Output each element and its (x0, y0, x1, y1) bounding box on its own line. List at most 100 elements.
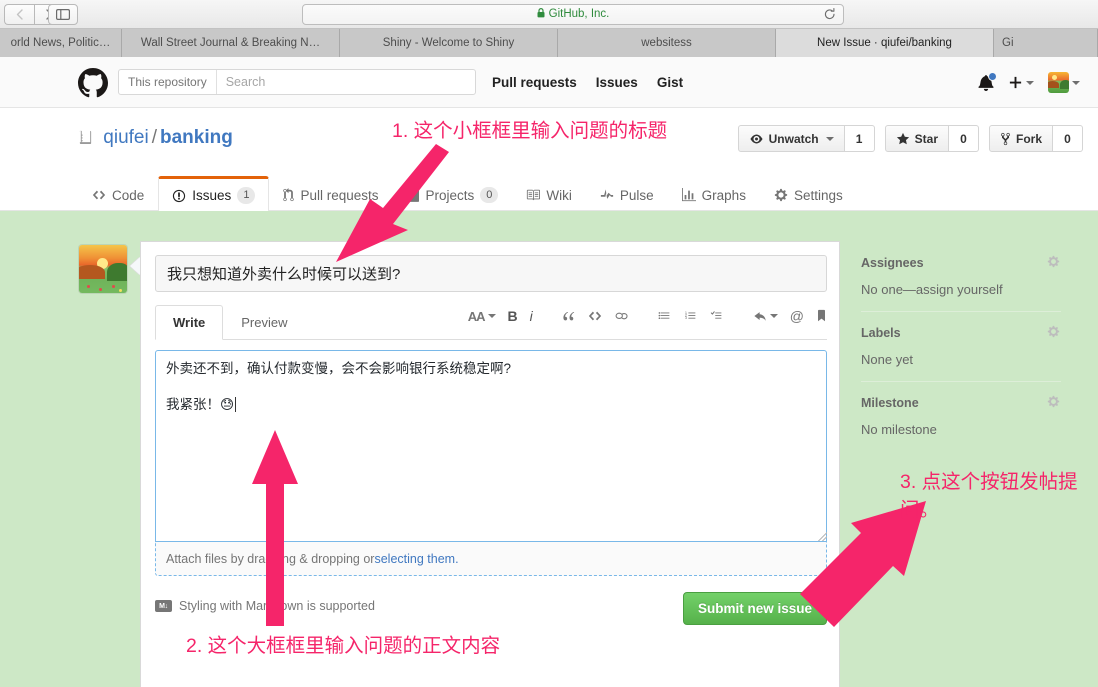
repo-tab-graphs[interactable]: Graphs (668, 177, 760, 212)
code-icon (92, 190, 106, 200)
labels-gear-icon[interactable] (1047, 325, 1060, 343)
sidebar-section-labels: Labels None yet (861, 325, 1061, 382)
repo-tab-label: Graphs (701, 187, 746, 203)
star-button[interactable]: Star (884, 125, 949, 152)
task-list-icon[interactable] (704, 309, 730, 323)
repo-owner-link[interactable]: qiufei (103, 127, 148, 148)
repo-tab-wiki[interactable]: Wiki (512, 177, 586, 212)
repo-tab-code[interactable]: Code (78, 177, 158, 212)
reload-icon[interactable] (824, 8, 836, 24)
select-files-link[interactable]: selecting them. (374, 552, 458, 566)
issue-title-input[interactable] (155, 255, 827, 292)
avatar (79, 245, 127, 293)
repo-tab-pull-requests[interactable]: Pull requests (269, 177, 392, 212)
submit-new-issue-button[interactable]: Submit new issue (682, 592, 827, 625)
star-label: Star (914, 131, 938, 146)
browser-tab[interactable]: Wall Street Journal & Breaking N… (122, 29, 340, 57)
repo-tab-label: Projects (425, 187, 475, 203)
sidebar-section-milestone: Milestone No milestone (861, 395, 1061, 451)
github-logo-icon[interactable] (78, 68, 108, 103)
text-size-glyph: AA (467, 308, 486, 324)
address-bar[interactable]: GitHub, Inc. (302, 4, 844, 25)
bold-glyph: B (507, 308, 518, 324)
notifications-button[interactable] (978, 72, 997, 91)
watch-count[interactable]: 1 (844, 125, 875, 152)
projects-count: 0 (480, 186, 499, 204)
github-header: This repository Pull requests Issues Gis… (0, 57, 1098, 108)
chevron-down-icon (1026, 80, 1034, 85)
assignees-gear-icon[interactable] (1047, 255, 1060, 273)
book-icon (527, 189, 541, 201)
back-button[interactable] (4, 4, 34, 25)
milestone-value: No milestone (861, 422, 937, 437)
browser-tab-label: websitess (641, 37, 692, 49)
repo-book-icon (78, 128, 93, 151)
repo-title-separator: / (151, 127, 157, 148)
header-nav-pull-requests[interactable]: Pull requests (492, 75, 577, 90)
tab-write-label: Write (173, 315, 206, 330)
fork-button[interactable]: Fork (988, 125, 1053, 152)
browser-tab[interactable]: Gi (994, 29, 1098, 57)
tab-preview[interactable]: Preview (223, 305, 305, 340)
git-pull-request-icon (283, 188, 295, 202)
search-box[interactable]: This repository (118, 69, 476, 95)
star-count[interactable]: 0 (948, 125, 979, 152)
browser-tab[interactable]: websitess (558, 29, 776, 57)
watch-button-group: Unwatch 1 (737, 125, 875, 152)
header-nav-gist[interactable]: Gist (657, 75, 683, 90)
repo-tab-label: Wiki (546, 187, 572, 203)
fork-count[interactable]: 0 (1053, 125, 1083, 152)
issue-sidebar: Assignees No one—assign yourself Labels … (861, 255, 1061, 465)
milestone-gear-icon[interactable] (1047, 395, 1060, 413)
star-button-group: Star 0 (884, 125, 979, 152)
link-icon[interactable] (608, 309, 635, 323)
sidebar-section-assignees: Assignees No one—assign yourself (861, 255, 1061, 312)
user-menu[interactable] (1048, 72, 1080, 93)
sidebar-toggle-button[interactable] (48, 4, 78, 25)
saved-replies-icon[interactable] (810, 309, 827, 323)
repository-nav: Code Issues 1 Pull requests Projects 0 W… (78, 175, 857, 212)
search-scope-label[interactable]: This repository (119, 70, 217, 94)
submit-button-label: Submit new issue (697, 601, 812, 616)
assignees-value[interactable]: No one—assign yourself (861, 282, 1061, 297)
reply-icon[interactable] (747, 309, 784, 323)
italic-icon[interactable]: i (524, 308, 539, 324)
quote-icon[interactable] (556, 309, 582, 323)
browser-tab-active[interactable]: New Issue · qiufei/banking (776, 29, 994, 57)
header-nav-issues[interactable]: Issues (596, 75, 638, 90)
eye-icon (750, 134, 763, 143)
repo-tab-pulse[interactable]: Pulse (586, 177, 668, 212)
repo-tab-label: Settings (793, 187, 843, 203)
browser-tab[interactable]: orld News, Politic… (0, 29, 122, 57)
repo-tab-label: Code (112, 187, 145, 203)
italic-glyph: i (529, 308, 533, 324)
markdown-icon: M↓ (155, 600, 172, 612)
browser-tab[interactable]: Shiny - Welcome to Shiny (340, 29, 558, 57)
textarea-resize-handle[interactable] (818, 532, 827, 541)
repo-name-link[interactable]: banking (160, 127, 233, 148)
editor-toolbar: AA B i 1 2 3 @ (462, 308, 827, 324)
browser-tab-label: Shiny - Welcome to Shiny (382, 37, 515, 49)
annotation-3: 3. 点这个按钮发帖提问。 (900, 471, 1078, 522)
mention-icon[interactable]: @ (784, 308, 810, 324)
repo-tab-projects[interactable]: Projects 0 (392, 177, 512, 212)
page-body: Write Preview AA B i (0, 211, 1098, 687)
editor-tabs: Write Preview AA B i 1 2 3 @ (155, 304, 827, 340)
unordered-list-icon[interactable] (652, 309, 678, 323)
tab-write[interactable]: Write (155, 305, 224, 340)
plus-icon (1009, 76, 1022, 89)
bold-icon[interactable]: B (502, 308, 524, 324)
fork-label: Fork (1015, 131, 1042, 146)
ordered-list-icon[interactable]: 123 (678, 309, 704, 323)
search-input[interactable] (216, 70, 475, 94)
code-icon[interactable] (582, 309, 608, 323)
repo-tab-settings[interactable]: Settings (760, 177, 857, 212)
file-dropzone[interactable]: Attach files by dragging & dropping or s… (155, 541, 827, 576)
issue-body-line: 我紧张！😓 (166, 397, 235, 413)
create-new-menu[interactable] (1008, 75, 1034, 90)
repo-tab-issues[interactable]: Issues 1 (158, 176, 270, 212)
text-size-icon[interactable]: AA (462, 309, 502, 324)
gear-icon (774, 188, 788, 202)
unwatch-button[interactable]: Unwatch (737, 125, 845, 152)
browser-tab-label: New Issue · qiufei/banking (817, 37, 952, 49)
